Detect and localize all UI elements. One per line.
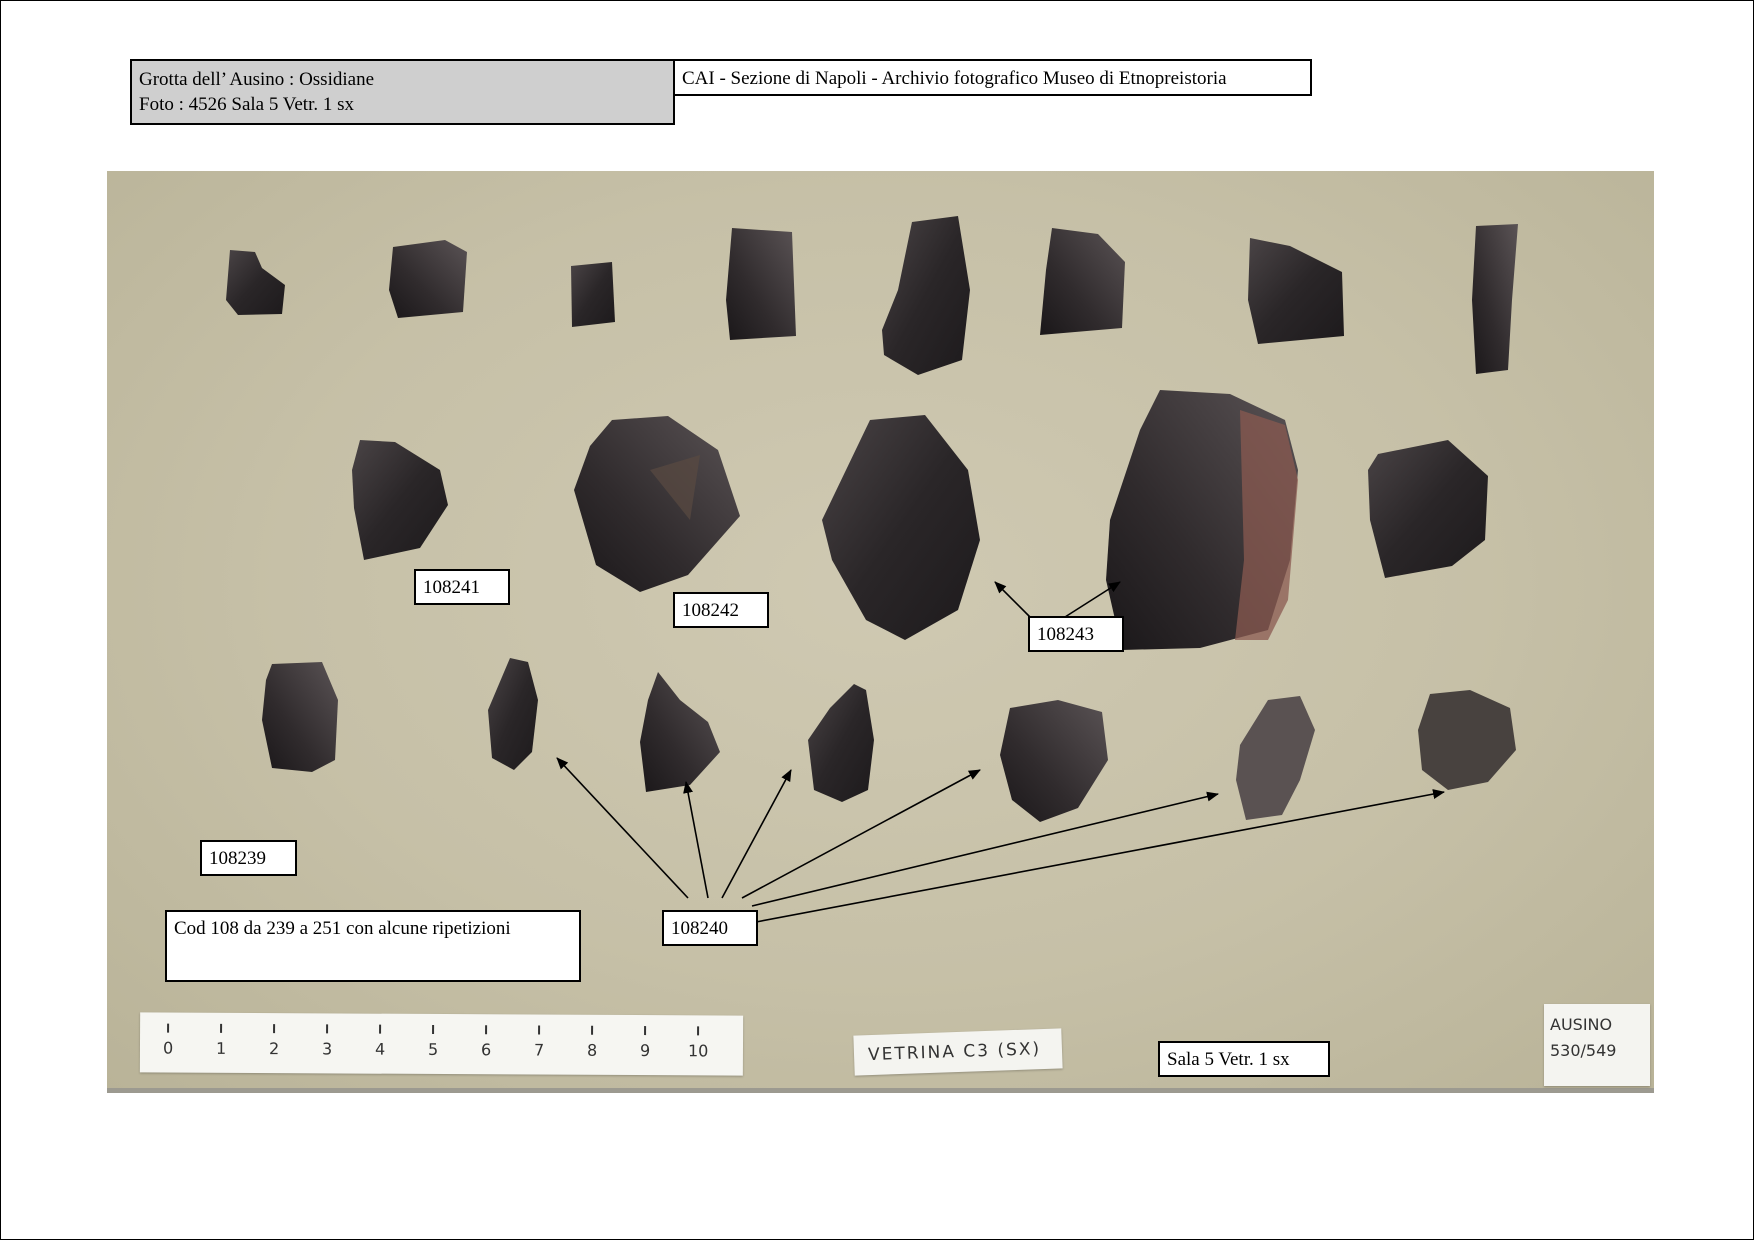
- ruler-number: 1: [215, 1038, 227, 1058]
- ruler-tick: [167, 1023, 170, 1033]
- ruler-tick: [485, 1025, 488, 1035]
- artifact-108239: [262, 662, 338, 772]
- ausino-card-range: 530/549: [1550, 1041, 1617, 1060]
- artifact-bottom-6: [1236, 696, 1315, 820]
- label-108243: 108243: [1028, 616, 1124, 652]
- artifact-top-8: [1472, 224, 1518, 374]
- ruler-number: 0: [162, 1038, 174, 1058]
- artifact-bottom-7: [1418, 690, 1516, 790]
- ruler-number: 6: [480, 1040, 492, 1060]
- artifact-108242: [574, 416, 740, 592]
- artifact-top-3: [571, 262, 615, 327]
- artifact-108241: [352, 440, 448, 560]
- artifact-bottom-5: [1000, 700, 1108, 822]
- ruler-number: 5: [427, 1039, 439, 1059]
- ausino-card-title: AUSINO: [1550, 1015, 1613, 1034]
- ruler-tick: [326, 1024, 329, 1034]
- ruler-number: 3: [321, 1039, 333, 1059]
- ruler-number: 8: [586, 1040, 598, 1060]
- artifact-top-5: [882, 216, 970, 375]
- artifact-108243-large: [1106, 390, 1298, 650]
- artifact-top-4: [726, 228, 796, 340]
- label-108240: 108240: [662, 910, 758, 946]
- ruler-number: 4: [374, 1039, 386, 1059]
- measuring-ruler: 0 1 2 3 4 5 6 7 8 9 10: [139, 1012, 744, 1076]
- artifact-bottom-4: [808, 684, 874, 802]
- artifact-top-1: [226, 250, 285, 315]
- label-108242: 108242: [673, 592, 769, 628]
- ruler-tick: [379, 1024, 382, 1034]
- ruler-tick: [644, 1026, 647, 1036]
- ruler-tick: [273, 1024, 276, 1034]
- ruler-number: 2: [268, 1039, 280, 1059]
- ruler-number: 7: [533, 1040, 545, 1060]
- artifact-top-2: [389, 240, 467, 318]
- artifact-108243-small: [822, 415, 980, 640]
- artifact-middle-5: [1368, 440, 1488, 578]
- vetrina-card: VETRINA C3 (SX): [853, 1028, 1063, 1076]
- ruler-tick: [591, 1025, 594, 1035]
- ruler-number: 9: [639, 1041, 651, 1061]
- arrows-108243: [994, 581, 1121, 618]
- ruler-tick: [432, 1024, 435, 1034]
- artifact-top-7: [1248, 238, 1344, 344]
- ausino-card: AUSINO 530/549: [1544, 1004, 1650, 1086]
- artifact-bottom-3: [640, 672, 720, 792]
- ruler-tick: [697, 1026, 700, 1036]
- ruler-number: 10: [687, 1041, 709, 1061]
- artifact-top-6: [1040, 228, 1125, 335]
- label-108239: 108239: [200, 840, 297, 876]
- ruler-tick: [538, 1025, 541, 1035]
- ruler-tick: [220, 1023, 223, 1033]
- sala-label: Sala 5 Vetr. 1 sx: [1158, 1041, 1330, 1077]
- artifact-bottom-2: [488, 658, 538, 770]
- cod-note-box: Cod 108 da 239 a 251 con alcune ripetizi…: [165, 910, 581, 982]
- label-108241: 108241: [414, 569, 510, 605]
